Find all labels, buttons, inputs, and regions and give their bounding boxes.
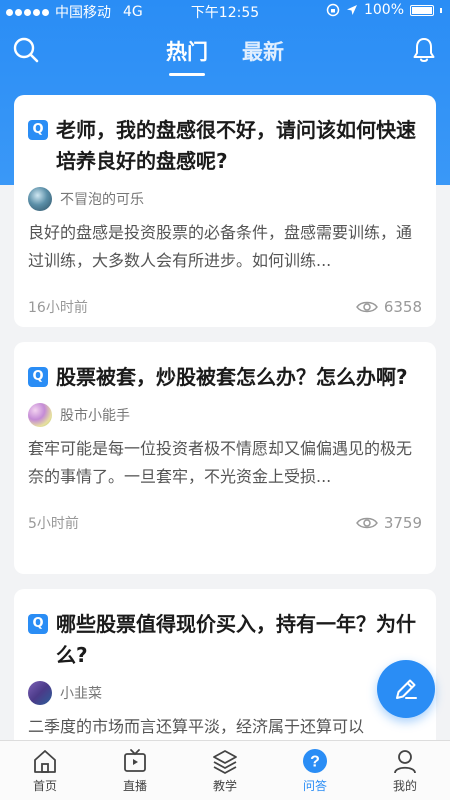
tab-latest[interactable]: 最新	[242, 36, 284, 66]
author-name[interactable]: 不冒泡的可乐	[60, 189, 144, 209]
feed-tabs: 热门 最新	[0, 36, 450, 76]
tabbar-item-live[interactable]: 直播	[90, 741, 180, 800]
post-time: 5小时前	[28, 516, 79, 532]
question-badge: Q	[28, 614, 48, 634]
author-row: 不冒泡的可乐	[28, 187, 422, 211]
layers-icon	[213, 750, 237, 774]
compose-button[interactable]	[377, 660, 435, 718]
eye-icon	[355, 517, 378, 529]
view-count: 6358	[355, 298, 422, 316]
question-title-row: Q 股票被套，炒股被套怎么办？怎么办啊?	[28, 362, 422, 393]
status-right: 100%	[326, 2, 442, 18]
question-title[interactable]: 老师，我的盘感很不好，请问该如何快速培养良好的盘感呢?	[56, 115, 422, 177]
question-feed: Q 老师，我的盘感很不好，请问该如何快速培养良好的盘感呢? 不冒泡的可乐 良好的…	[14, 95, 436, 800]
question-card[interactable]: Q 老师，我的盘感很不好，请问该如何快速培养良好的盘感呢? 不冒泡的可乐 良好的…	[14, 95, 436, 327]
author-name[interactable]: 股市小能手	[60, 405, 130, 425]
eye-icon	[355, 301, 378, 313]
bottom-tabbar: 首页 直播 教学 ? 问答 我的	[0, 740, 450, 800]
tabbar-item-qa[interactable]: ? 问答	[270, 741, 360, 800]
question-title-row: Q 哪些股票值得现价买入，持有一年？为什么?	[28, 609, 422, 671]
top-nav: 热门 最新	[0, 22, 450, 80]
question-badge: Q	[28, 367, 48, 387]
question-title[interactable]: 股票被套，炒股被套怎么办？怎么办啊?	[56, 362, 408, 393]
battery-icon	[410, 4, 434, 16]
tabbar-item-teaching[interactable]: 教学	[180, 741, 270, 800]
view-count-value: 6358	[383, 298, 422, 316]
battery-tip	[440, 7, 442, 13]
user-icon	[394, 750, 416, 774]
question-meta: 5小时前 3759	[28, 491, 422, 555]
view-count: 3759	[355, 514, 422, 532]
question-icon: ?	[303, 749, 327, 773]
question-card[interactable]: Q 股票被套，炒股被套怎么办？怎么办啊? 股市小能手 套牢可能是每一位投资者极不…	[14, 342, 436, 574]
battery-percent: 100%	[363, 2, 404, 18]
tabbar-item-home[interactable]: 首页	[0, 741, 90, 800]
author-row: 股市小能手	[28, 403, 422, 427]
view-count-value: 3759	[383, 514, 422, 532]
question-title[interactable]: 哪些股票值得现价买入，持有一年？为什么?	[56, 609, 422, 671]
question-title-row: Q 老师，我的盘感很不好，请问该如何快速培养良好的盘感呢?	[28, 115, 422, 177]
tab-hot[interactable]: 热门	[166, 36, 208, 76]
author-row: 小韭菜	[28, 681, 422, 705]
avatar[interactable]	[28, 187, 52, 211]
tv-icon	[124, 749, 146, 772]
avatar[interactable]	[28, 681, 52, 705]
tabbar-label: 教学	[212, 779, 237, 793]
avatar[interactable]	[28, 403, 52, 427]
svg-text:?: ?	[310, 754, 320, 771]
tabbar-label: 首页	[32, 779, 57, 793]
post-time: 16小时前	[28, 300, 88, 316]
tabbar-label: 问答	[302, 779, 327, 793]
location-icon	[346, 5, 357, 15]
bell-icon[interactable]	[410, 36, 438, 64]
answer-excerpt[interactable]: 套牢可能是每一位投资者极不情愿却又偏偏遇见的极无奈的事情了。一旦套牢，不光资金上…	[28, 435, 422, 491]
edit-icon	[396, 679, 417, 699]
tabbar-label: 我的	[392, 779, 417, 793]
lock-rotation-icon	[326, 3, 340, 17]
status-bar: 中国移动 4G 下午12:55 100%	[0, 0, 450, 22]
home-icon	[34, 750, 56, 773]
answer-excerpt[interactable]: 二季度的市场而言还算平淡，经济属于还算可以	[28, 713, 422, 741]
tabbar-label: 直播	[122, 779, 147, 793]
tabbar-item-me[interactable]: 我的	[360, 741, 450, 800]
question-meta: 16小时前 6358	[28, 275, 422, 327]
question-badge: Q	[28, 120, 48, 140]
author-name[interactable]: 小韭菜	[60, 683, 102, 703]
answer-excerpt[interactable]: 良好的盘感是投资股票的必备条件，盘感需要训练，通过训练，大多数人会有所进步。如何…	[28, 219, 422, 275]
